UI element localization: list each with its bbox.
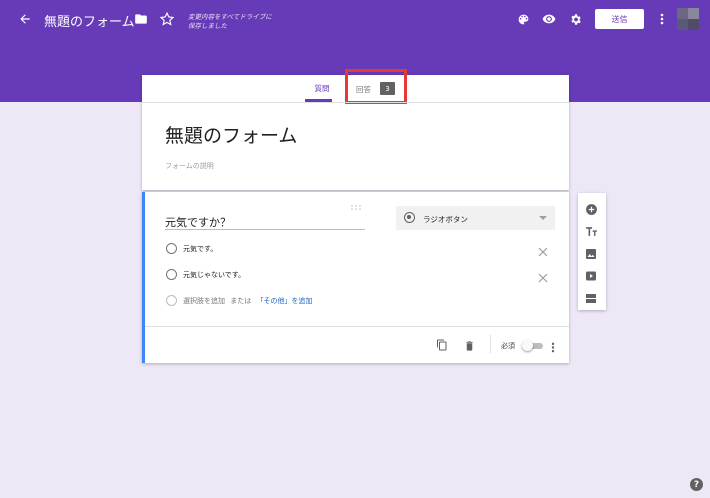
tab-questions-label: 質問	[314, 84, 330, 93]
question-more-vert-icon[interactable]	[551, 338, 559, 353]
footer-divider	[145, 326, 569, 327]
question-title-underline	[165, 229, 365, 230]
add-option-row: 選択肢を追加 または 「その他」を追加	[183, 296, 312, 306]
footer-vertical-divider	[490, 335, 491, 353]
form-title[interactable]: 無題のフォーム	[165, 121, 297, 148]
app-form-title[interactable]: 無題のフォーム	[44, 11, 135, 30]
drag-handle[interactable]	[351, 195, 363, 210]
option-radio-icon	[166, 243, 177, 254]
add-title-icon[interactable]	[585, 223, 599, 237]
tabs-divider	[142, 102, 569, 103]
or-label: または	[230, 297, 252, 305]
more-vert-icon[interactable]	[655, 11, 669, 27]
tab-questions[interactable]: 質問	[304, 75, 340, 102]
add-video-icon[interactable]	[585, 267, 599, 281]
add-image-icon[interactable]	[585, 245, 599, 259]
question-type-label: ラジオボタン	[423, 215, 468, 224]
add-section-icon[interactable]	[585, 289, 599, 303]
back-arrow-icon[interactable]	[16, 10, 34, 28]
highlight-box	[345, 69, 407, 104]
dropdown-arrow-icon	[539, 216, 547, 220]
question-card[interactable]: 元気ですか？ ラジオボタン 元気です。 元気じゃないです。 選択肢を追加 または…	[142, 192, 569, 363]
folder-icon[interactable]	[132, 10, 150, 28]
add-option-link[interactable]: 選択肢を追加	[183, 297, 225, 305]
delete-trash-icon[interactable]	[464, 337, 478, 351]
remove-option-1-icon[interactable]	[538, 242, 550, 257]
form-description-field[interactable]: フォームの説明	[165, 161, 214, 171]
question-type-dropdown[interactable]: ラジオボタン	[396, 206, 555, 230]
palette-icon[interactable]	[515, 11, 531, 27]
remove-option-2-icon[interactable]	[538, 268, 550, 283]
question-title[interactable]: 元気ですか？	[165, 214, 231, 230]
option-1-text[interactable]: 元気です。	[183, 244, 217, 254]
form-header-card: 質問 回答 3 無題のフォーム フォームの説明	[142, 69, 569, 190]
add-question-icon[interactable]	[585, 201, 599, 215]
help-icon[interactable]: ?	[690, 478, 703, 491]
required-label: 必須	[501, 342, 515, 350]
duplicate-icon[interactable]	[436, 337, 450, 351]
side-toolbar	[578, 193, 606, 310]
send-button-label: 送信	[611, 14, 628, 24]
account-avatar[interactable]	[677, 8, 699, 30]
send-button[interactable]: 送信	[595, 9, 644, 29]
option-2-text[interactable]: 元気じゃないです。	[183, 270, 245, 280]
required-toggle[interactable]	[522, 340, 544, 351]
add-other-link[interactable]: 「その他」を追加	[256, 297, 312, 305]
add-option-radio-icon	[166, 295, 177, 306]
settings-gear-icon[interactable]	[567, 11, 583, 27]
radio-type-icon	[404, 212, 415, 223]
option-radio-icon	[166, 269, 177, 280]
star-icon[interactable]	[158, 10, 176, 28]
preview-eye-icon[interactable]	[541, 11, 557, 27]
save-status-line2: 保存しました	[188, 22, 227, 30]
